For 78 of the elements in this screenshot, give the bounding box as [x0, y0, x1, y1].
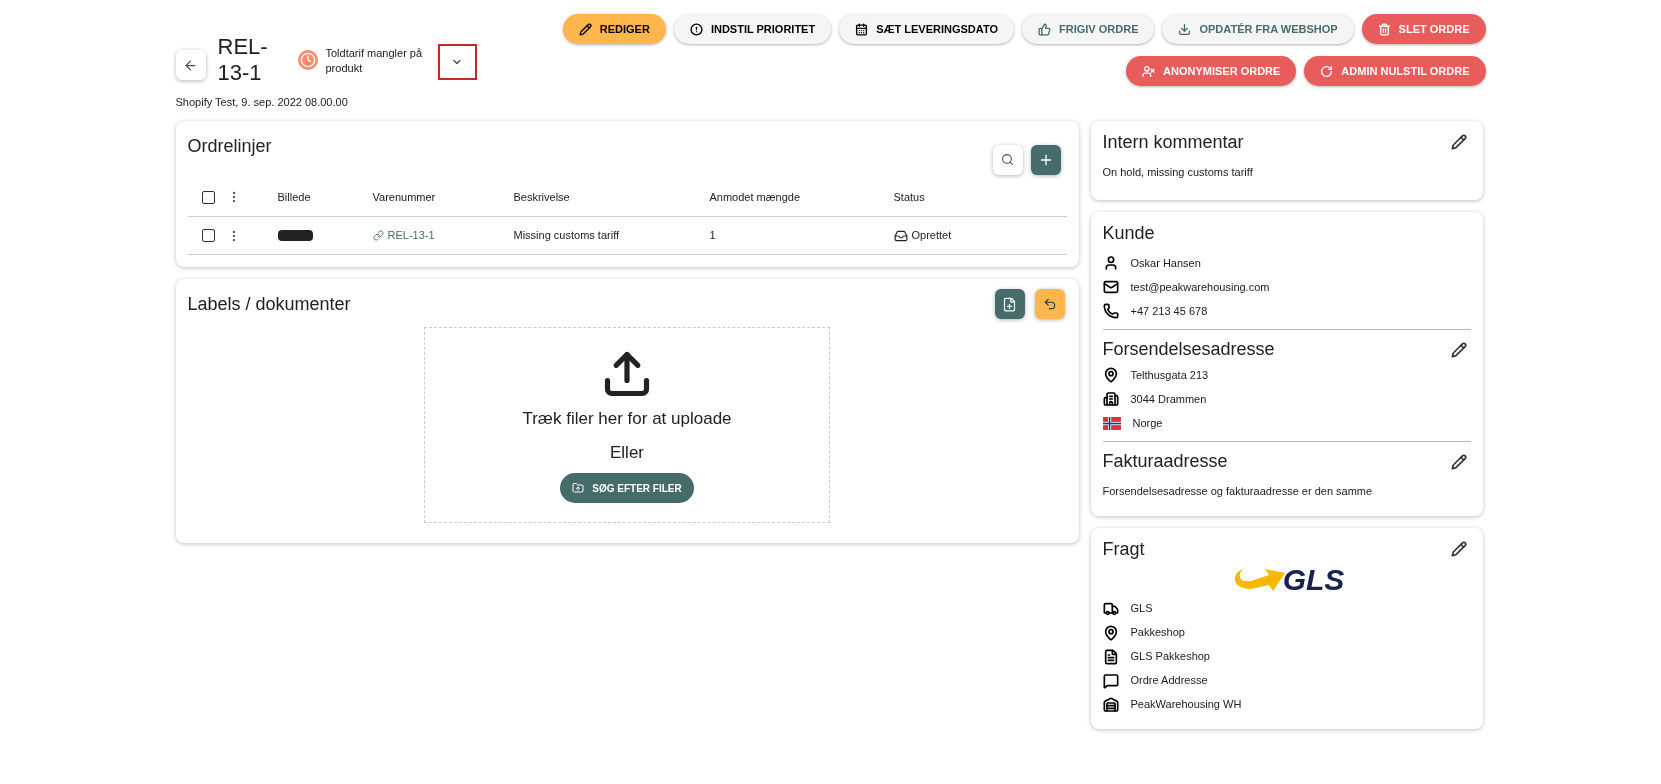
document-icon [1102, 648, 1119, 665]
column-header: Status [893, 191, 925, 203]
freight-text: Pakkeshop [1130, 625, 1185, 641]
billing-text: Forsendelsesadresse og fakturaadresse er den samme [1102, 484, 1374, 499]
or-text: Eller [610, 441, 644, 464]
search-icon [1001, 153, 1014, 166]
card-title: Forsendelsesadresse [1102, 338, 1275, 361]
checkbox[interactable] [201, 229, 215, 242]
calendar-icon [855, 22, 869, 36]
link-icon [372, 230, 384, 241]
download-icon [1178, 22, 1192, 36]
customer-phone: +47 213 45 678 [1130, 303, 1208, 319]
column-header: Varenummer [372, 191, 436, 203]
status-text: Oprettet [911, 228, 952, 244]
flag-icon [1102, 416, 1121, 430]
table-cell: Missing customs tariff [513, 229, 620, 242]
column-header: Billede [277, 191, 311, 203]
card-title: Intern kommentar [1102, 130, 1244, 154]
card-title: Fragt [1102, 537, 1145, 561]
map-pin-icon [1102, 367, 1119, 383]
freight-text: GLS Pakkeshop [1130, 649, 1210, 665]
warehouse-icon [1102, 696, 1119, 713]
address-text: 3044 Drammen [1130, 391, 1207, 407]
user-off-icon [1142, 64, 1155, 78]
drop-zone[interactable]: Træk filer her for at uploade Eller SØG EFTER FILER [424, 327, 830, 523]
action-button[interactable]: ADMIN NULSTIL ORDRE [1304, 56, 1486, 86]
browse-button[interactable]: SØG EFTER FILER [560, 473, 694, 503]
customer-name: Oskar Hansen [1130, 255, 1201, 271]
action-button[interactable]: SLET ORDRE [1361, 14, 1486, 44]
add-document-button[interactable] [994, 289, 1025, 319]
address-text: Telthusgata 213 [1130, 367, 1209, 383]
mail-icon [1102, 279, 1119, 295]
order-status: Toldtarif mangler på produkt [325, 46, 424, 76]
column-header: Beskrivelse [513, 191, 570, 203]
action-button[interactable]: INDSTIL PRIORITET [673, 14, 832, 44]
undo-icon [1042, 297, 1057, 311]
truck-icon [1102, 600, 1119, 617]
reset-icon [1320, 64, 1334, 78]
card-title: Labels / dokumenter [187, 293, 351, 316]
column-header: Anmodet mængde [709, 191, 800, 203]
status-dropdown-button[interactable] [437, 44, 477, 80]
building-icon [1102, 391, 1119, 407]
add-button[interactable] [1030, 144, 1061, 175]
checkbox[interactable] [201, 190, 215, 204]
undo-button[interactable] [1034, 289, 1065, 319]
clock-icon [297, 50, 318, 70]
action-button[interactable]: SÆT LEVERINGSDATO [839, 14, 1014, 44]
carrier-logo: GLS [1228, 564, 1345, 595]
trash-icon [1377, 22, 1391, 36]
exclamation-icon [689, 22, 703, 36]
sku-link[interactable]: REL-13-1 [372, 227, 514, 244]
image-placeholder [277, 230, 313, 241]
folder-upload-icon [572, 482, 585, 494]
action-button[interactable]: ANONYMISER ORDRE [1126, 56, 1297, 86]
map-pin-icon [1102, 624, 1119, 641]
thumbs-up-icon [1038, 22, 1051, 36]
country-text: Norge [1132, 415, 1163, 431]
action-button[interactable]: REDIGER [562, 14, 666, 44]
phone-icon [1102, 303, 1119, 319]
table-cell: 1 [709, 229, 716, 242]
message-icon [1102, 672, 1119, 689]
freight-text: Ordre Addresse [1130, 673, 1208, 689]
inbox-icon [893, 228, 908, 243]
order-source: Shopify Test, 9. sep. 2022 08.00.00 [175, 95, 348, 110]
customer-email: test@peakwarehousing.com [1130, 279, 1270, 295]
back-arrow-icon [183, 57, 198, 73]
comment-text: On hold, missing customs tariff [1102, 164, 1254, 180]
back-button[interactable] [175, 50, 206, 80]
order-title: REL-13-1 [217, 34, 269, 86]
card-title: Ordrelinjer [187, 134, 272, 158]
freight-text: GLS [1130, 601, 1153, 617]
card-title: Kunde [1102, 222, 1156, 245]
drop-text: Træk filer her for at uploade [522, 408, 732, 430]
pencil-icon [578, 22, 592, 36]
freight-text: PeakWarehousing WH [1130, 697, 1242, 713]
search-button[interactable] [992, 144, 1023, 175]
file-plus-icon [1002, 296, 1017, 312]
card-title: Fakturaadresse [1102, 450, 1228, 473]
